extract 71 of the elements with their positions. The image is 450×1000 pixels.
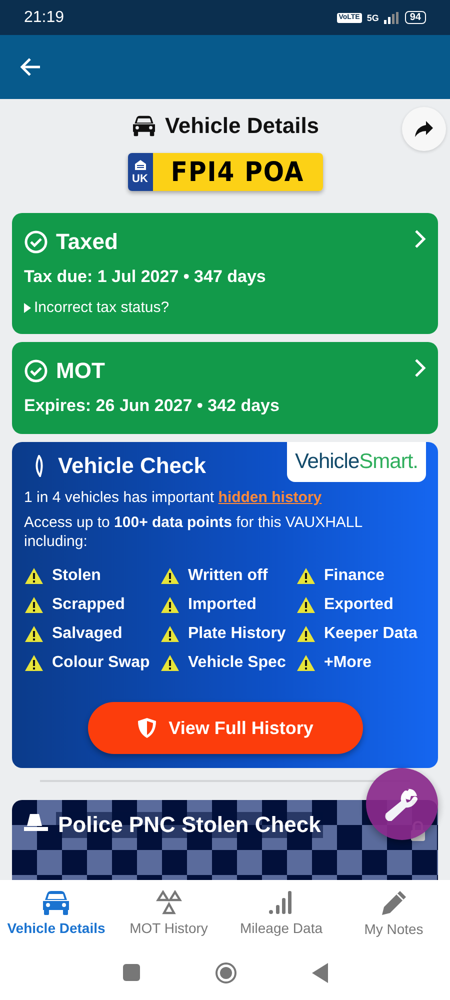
check-item: Salvaged bbox=[52, 625, 122, 643]
check-item: Stolen bbox=[52, 567, 101, 585]
card-title: Police PNC Stolen Check bbox=[56, 812, 323, 838]
plate-registration: FPI4 POA bbox=[152, 153, 322, 191]
warning-icon bbox=[160, 567, 180, 585]
check-item: Exported bbox=[324, 596, 394, 614]
warning-icon bbox=[296, 596, 316, 614]
warning-icon bbox=[296, 654, 316, 672]
check-item: Colour Swap bbox=[52, 654, 150, 672]
share-icon bbox=[414, 120, 434, 138]
warning-icon bbox=[24, 654, 44, 672]
nav-tab[interactable]: My Notes bbox=[338, 880, 450, 945]
caret-icon bbox=[24, 302, 31, 312]
car-icon bbox=[41, 890, 72, 916]
siren-icon bbox=[24, 812, 48, 832]
description-text: Access up to 100+ data points for this VAUXHALL including: bbox=[24, 513, 364, 551]
warning-icon bbox=[24, 625, 44, 643]
nav-tab[interactable]: Mileage Data bbox=[225, 880, 338, 945]
warning-icon bbox=[160, 625, 180, 643]
back-icon[interactable] bbox=[312, 962, 328, 982]
car-icon bbox=[130, 115, 157, 137]
card-detail: Expires: 26 Jun 2027 • 342 days bbox=[24, 396, 280, 416]
check-item: Imported bbox=[188, 596, 256, 614]
tools-button[interactable] bbox=[366, 768, 438, 840]
warning-icon bbox=[160, 596, 180, 614]
check-circle-icon bbox=[24, 359, 48, 383]
check-item: Keeper Data bbox=[324, 625, 418, 643]
network-type: 5G bbox=[366, 12, 379, 22]
shield-icon bbox=[136, 717, 157, 739]
card-title: MOT bbox=[56, 358, 105, 384]
view-history-button[interactable]: View Full History bbox=[88, 702, 362, 754]
check-item: Vehicle Spec bbox=[188, 654, 286, 672]
page-title: Vehicle Details bbox=[164, 113, 320, 139]
check-item: Plate History bbox=[188, 625, 286, 643]
hidden-history-link[interactable]: hidden history bbox=[218, 489, 322, 506]
tax-status-link[interactable]: Incorrect tax status? bbox=[34, 299, 170, 316]
check-item: Scrapped bbox=[52, 596, 125, 614]
battery-level: 94 bbox=[404, 11, 426, 24]
nav-tab[interactable]: Vehicle Details bbox=[0, 880, 112, 945]
wrench-icon bbox=[385, 787, 419, 821]
check-item: +More bbox=[324, 654, 372, 672]
chevron-icon bbox=[414, 358, 426, 378]
signal-icon bbox=[384, 12, 400, 24]
check-circle-icon bbox=[24, 230, 48, 254]
check-item: Written off bbox=[188, 567, 268, 585]
recents-icon[interactable] bbox=[122, 964, 140, 981]
brand-logo: VehicleSmart. bbox=[286, 442, 426, 482]
pencil-icon bbox=[380, 888, 408, 916]
check-item: Finance bbox=[324, 567, 384, 585]
nav-tab[interactable]: MOT History bbox=[112, 880, 225, 945]
warning-icon bbox=[24, 596, 44, 614]
warning-icon bbox=[24, 567, 44, 585]
status-time: 21:19 bbox=[24, 8, 64, 26]
back-icon[interactable] bbox=[20, 57, 42, 77]
card-detail: Tax due: 1 Jul 2027 • 347 days bbox=[24, 267, 267, 287]
status-card[interactable]: MOT Expires: 26 Jun 2027 • 342 days bbox=[12, 342, 438, 434]
signal-bars-icon bbox=[268, 890, 294, 916]
card-title: Taxed bbox=[56, 229, 118, 255]
triangles-icon bbox=[156, 890, 182, 916]
chevron-icon bbox=[414, 229, 426, 249]
warning-icon bbox=[296, 567, 316, 585]
intro-text: 1 in 4 vehicles has important hidden history bbox=[24, 488, 323, 507]
share-button[interactable] bbox=[402, 107, 446, 151]
plate-country: UK bbox=[132, 172, 148, 184]
home-icon[interactable] bbox=[214, 962, 236, 984]
card-title: Vehicle Check bbox=[58, 453, 206, 479]
police-check-card[interactable]: Police PNC Stolen Check bbox=[12, 800, 438, 880]
warning-icon bbox=[160, 654, 180, 672]
status-card[interactable]: Taxed Tax due: 1 Jul 2027 • 347 days Incorrect tax status? bbox=[12, 213, 438, 334]
garage-icon bbox=[134, 160, 146, 170]
warning-icon bbox=[296, 625, 316, 643]
